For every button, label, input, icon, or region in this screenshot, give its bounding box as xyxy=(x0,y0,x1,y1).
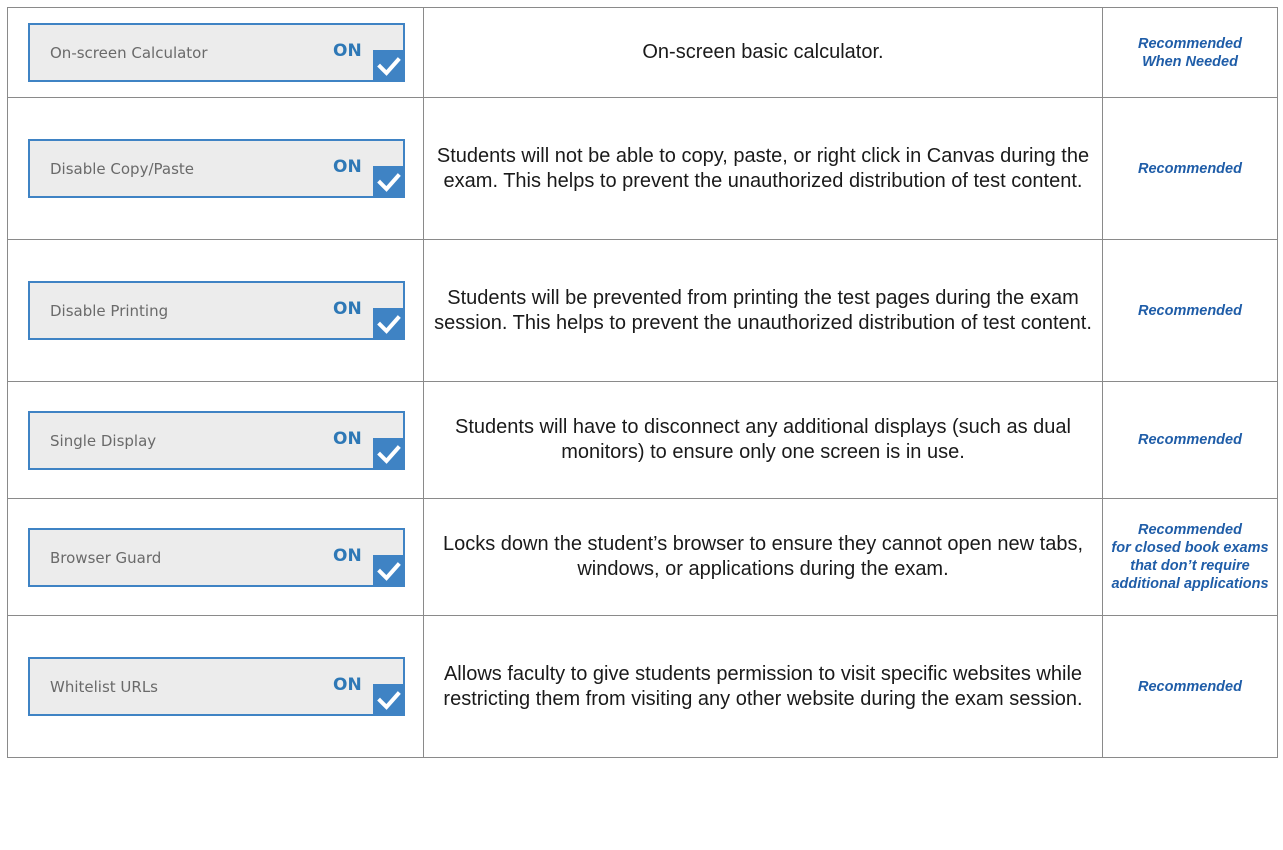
setting-label: Whitelist URLs xyxy=(50,678,158,696)
setting-description: Students will be prevented from printing… xyxy=(423,239,1103,382)
recommendation-text: Recommended When Needed xyxy=(1102,7,1278,98)
setting-cell: Browser Guard ON xyxy=(7,498,424,616)
recommendation-text: Recommended xyxy=(1102,239,1278,382)
checkmark-icon[interactable] xyxy=(373,437,405,470)
table-row: Browser Guard ON Locks down the student’… xyxy=(7,498,1278,616)
checkmark-icon[interactable] xyxy=(373,166,405,198)
setting-label: On-screen Calculator xyxy=(50,44,208,62)
setting-state: ON xyxy=(333,545,362,566)
settings-table: On-screen Calculator ON On-screen basic … xyxy=(7,7,1278,758)
setting-cell: Disable Copy/Paste ON xyxy=(7,97,424,240)
setting-cell: Disable Printing ON xyxy=(7,239,424,382)
setting-label: Disable Printing xyxy=(50,302,169,320)
disable-copy-paste-toggle[interactable]: Disable Copy/Paste ON xyxy=(28,139,405,198)
setting-state: ON xyxy=(333,157,362,177)
checkmark-icon[interactable] xyxy=(373,308,405,340)
setting-description: On-screen basic calculator. xyxy=(423,7,1103,98)
setting-state: ON xyxy=(333,428,362,449)
setting-cell: On-screen Calculator ON xyxy=(7,7,424,98)
setting-state: ON xyxy=(333,41,362,61)
table-row: Disable Copy/Paste ON Students will not … xyxy=(7,97,1278,240)
setting-label: Single Display xyxy=(50,431,157,450)
setting-cell: Single Display ON xyxy=(7,381,424,499)
table-row: Disable Printing ON Students will be pre… xyxy=(7,239,1278,382)
table-row: On-screen Calculator ON On-screen basic … xyxy=(7,7,1278,98)
setting-cell: Whitelist URLs ON xyxy=(7,615,424,758)
table-row: Whitelist URLs ON Allows faculty to give… xyxy=(7,615,1278,758)
setting-description: Allows faculty to give students permissi… xyxy=(423,615,1103,758)
checkmark-icon[interactable] xyxy=(373,684,405,716)
on-screen-calculator-toggle[interactable]: On-screen Calculator ON xyxy=(28,23,405,82)
recommendation-text: Recommended xyxy=(1102,97,1278,240)
checkmark-icon[interactable] xyxy=(373,50,405,82)
recommendation-text: Recommended xyxy=(1102,381,1278,499)
table-row: Single Display ON Students will have to … xyxy=(7,381,1278,499)
setting-description: Students will have to disconnect any add… xyxy=(423,381,1103,499)
whitelist-urls-toggle[interactable]: Whitelist URLs ON xyxy=(28,657,405,716)
setting-description: Locks down the student’s browser to ensu… xyxy=(423,498,1103,616)
setting-state: ON xyxy=(333,675,362,695)
browser-guard-toggle[interactable]: Browser Guard ON xyxy=(28,527,405,587)
single-display-toggle[interactable]: Single Display ON xyxy=(28,410,405,470)
setting-label: Disable Copy/Paste xyxy=(50,160,195,178)
setting-state: ON xyxy=(333,299,362,319)
disable-printing-toggle[interactable]: Disable Printing ON xyxy=(28,281,405,340)
recommendation-text: Recommended for closed book exams that d… xyxy=(1102,498,1278,616)
checkmark-icon[interactable] xyxy=(373,554,405,587)
setting-description: Students will not be able to copy, paste… xyxy=(423,97,1103,240)
recommendation-text: Recommended xyxy=(1102,615,1278,758)
setting-label: Browser Guard xyxy=(50,548,162,567)
